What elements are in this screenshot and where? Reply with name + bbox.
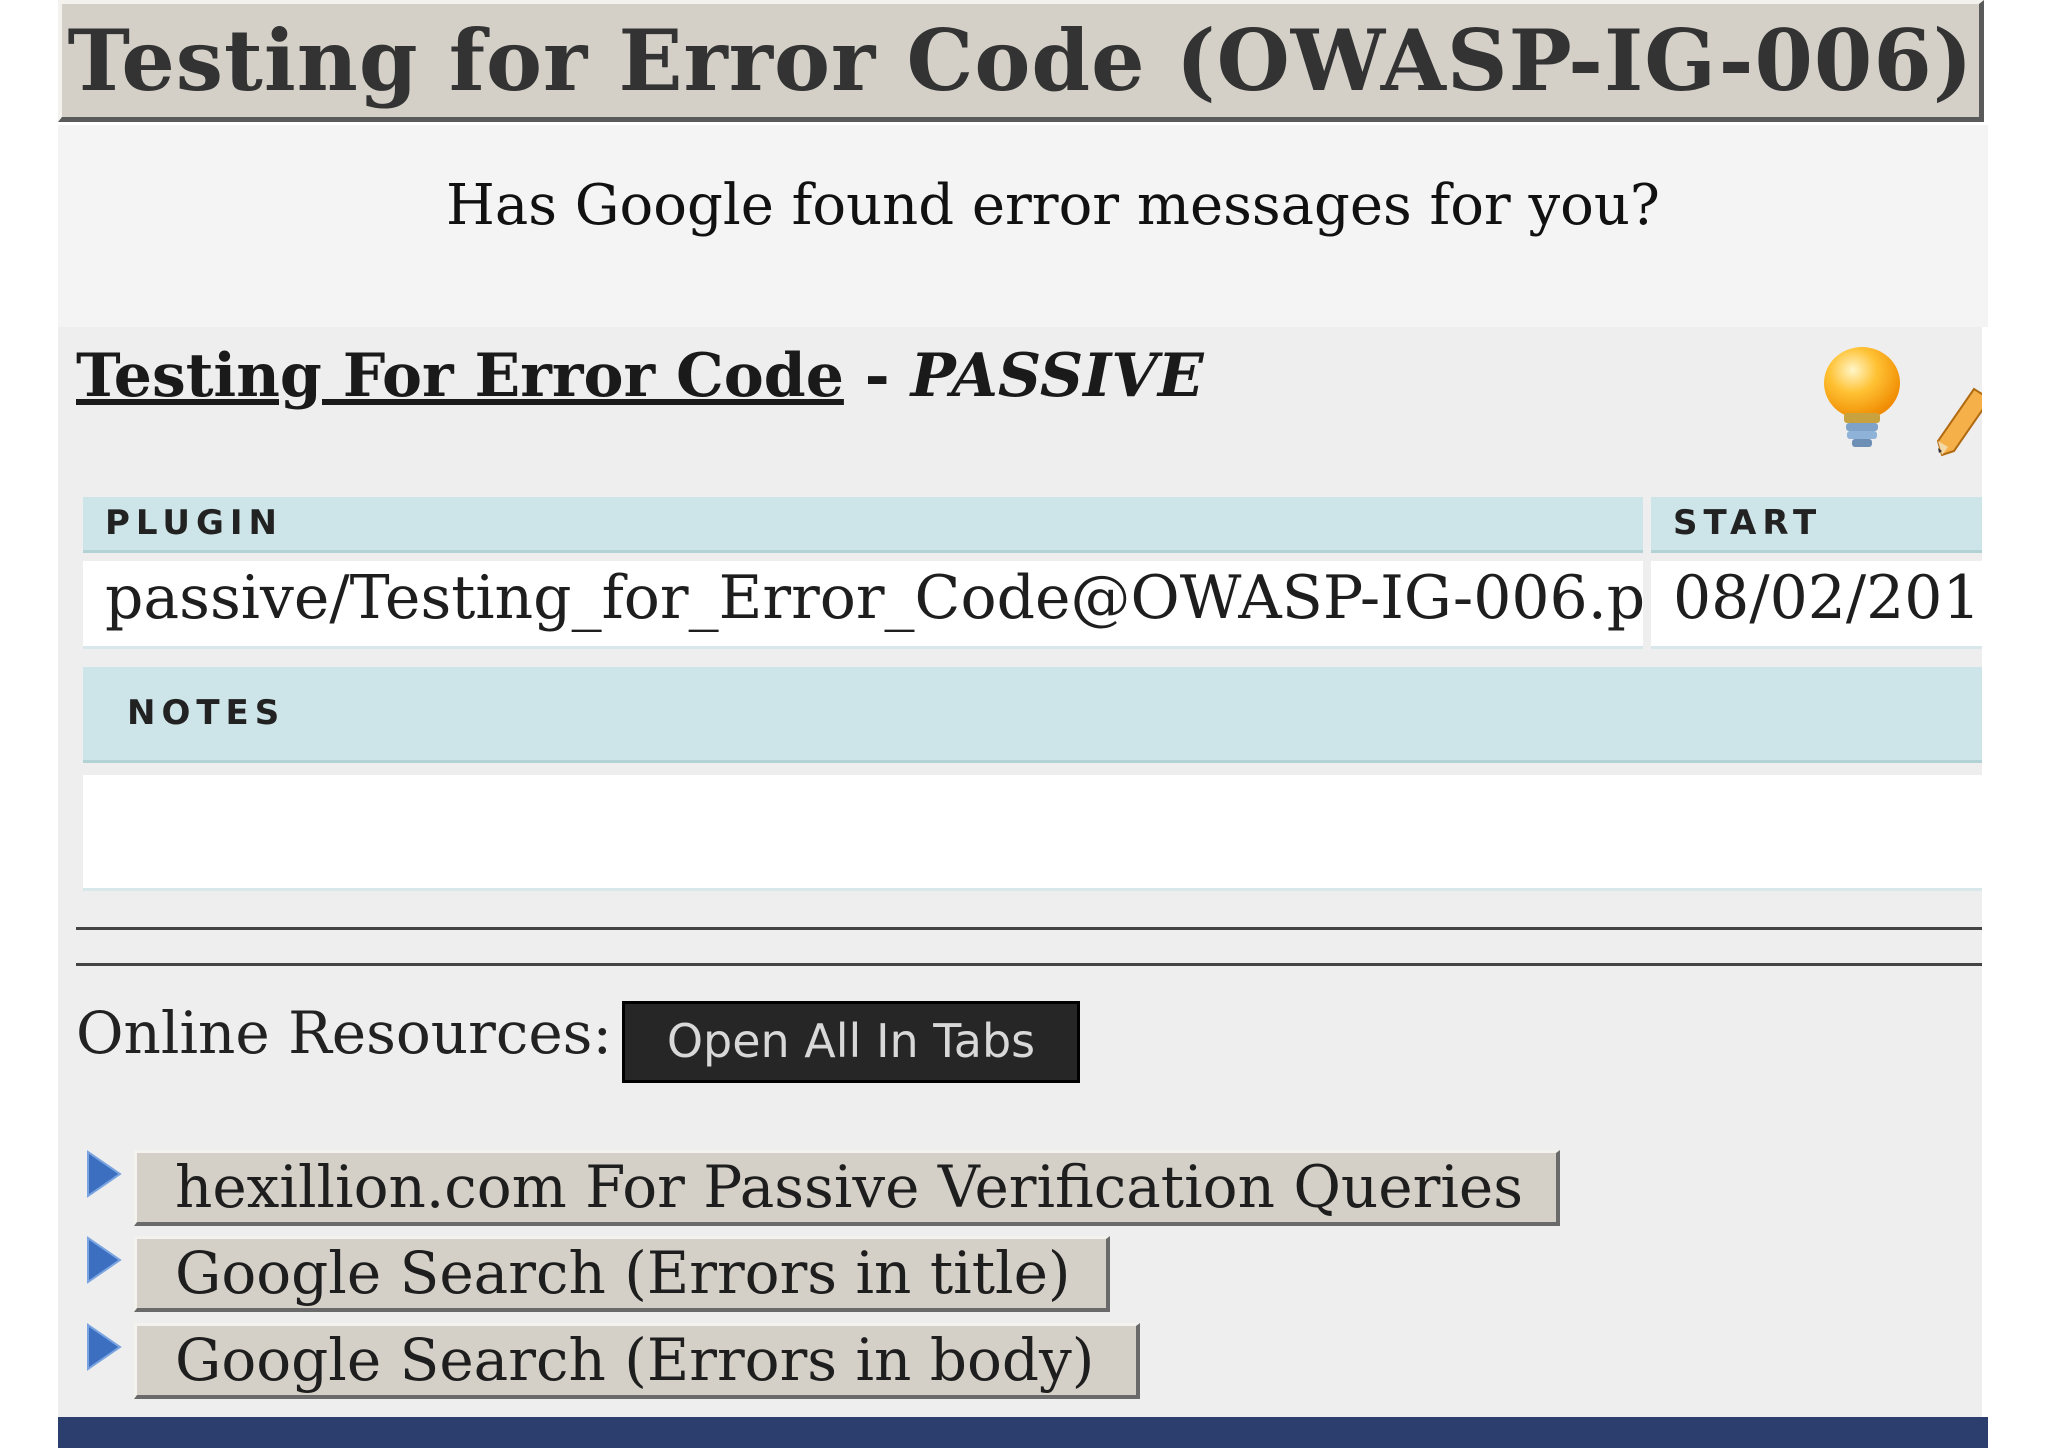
notes-body[interactable] [83, 775, 1982, 891]
plugin-cell: passive/Testing_for_Error_Code@OWASP-IG-… [83, 561, 1643, 649]
panel-heading: Testing For Error Code - PASSIVE [76, 341, 1204, 411]
page-banner: Testing for Error Code (OWASP-IG-006) [58, 0, 1984, 122]
footer-bar [58, 1417, 1988, 1448]
divider-top [76, 927, 1982, 930]
start-column-header: START [1651, 497, 1982, 553]
open-all-in-tabs-button[interactable]: Open All In Tabs [622, 1001, 1080, 1083]
divider-bottom [76, 963, 1982, 966]
resource-button-google-body[interactable]: Google Search (Errors in body) [134, 1323, 1140, 1399]
banner-title: Testing for Error Code (OWASP-IG-006) [67, 11, 1974, 110]
play-arrow-icon [87, 1323, 122, 1371]
lightbulb-icon[interactable] [1820, 345, 1904, 453]
subtitle-area: Has Google found error messages for you? [58, 125, 1988, 327]
page: Testing for Error Code (OWASP-IG-006) Ha… [0, 0, 2048, 1448]
notes-header: NOTES [83, 667, 1982, 763]
online-resources-label: Online Resources: [76, 999, 612, 1067]
play-arrow-icon [87, 1236, 122, 1284]
heading-separator: - [843, 341, 911, 411]
plugin-column-header: PLUGIN [83, 497, 1643, 553]
resource-button-hexillion[interactable]: hexillion.com For Passive Verification Q… [134, 1150, 1560, 1226]
test-name-link[interactable]: Testing For Error Code [76, 341, 844, 411]
test-panel: Testing For Error Code - PASSIVE PLUGIN … [58, 327, 1982, 1417]
pencil-icon[interactable] [1934, 385, 1982, 457]
test-mode-label: PASSIVE [910, 341, 1204, 411]
play-arrow-icon [87, 1150, 122, 1198]
resource-button-google-title[interactable]: Google Search (Errors in title) [134, 1236, 1110, 1312]
start-cell: 08/02/2012 [1651, 561, 1982, 649]
subtitle-text: Has Google found error messages for you? [446, 173, 1660, 238]
